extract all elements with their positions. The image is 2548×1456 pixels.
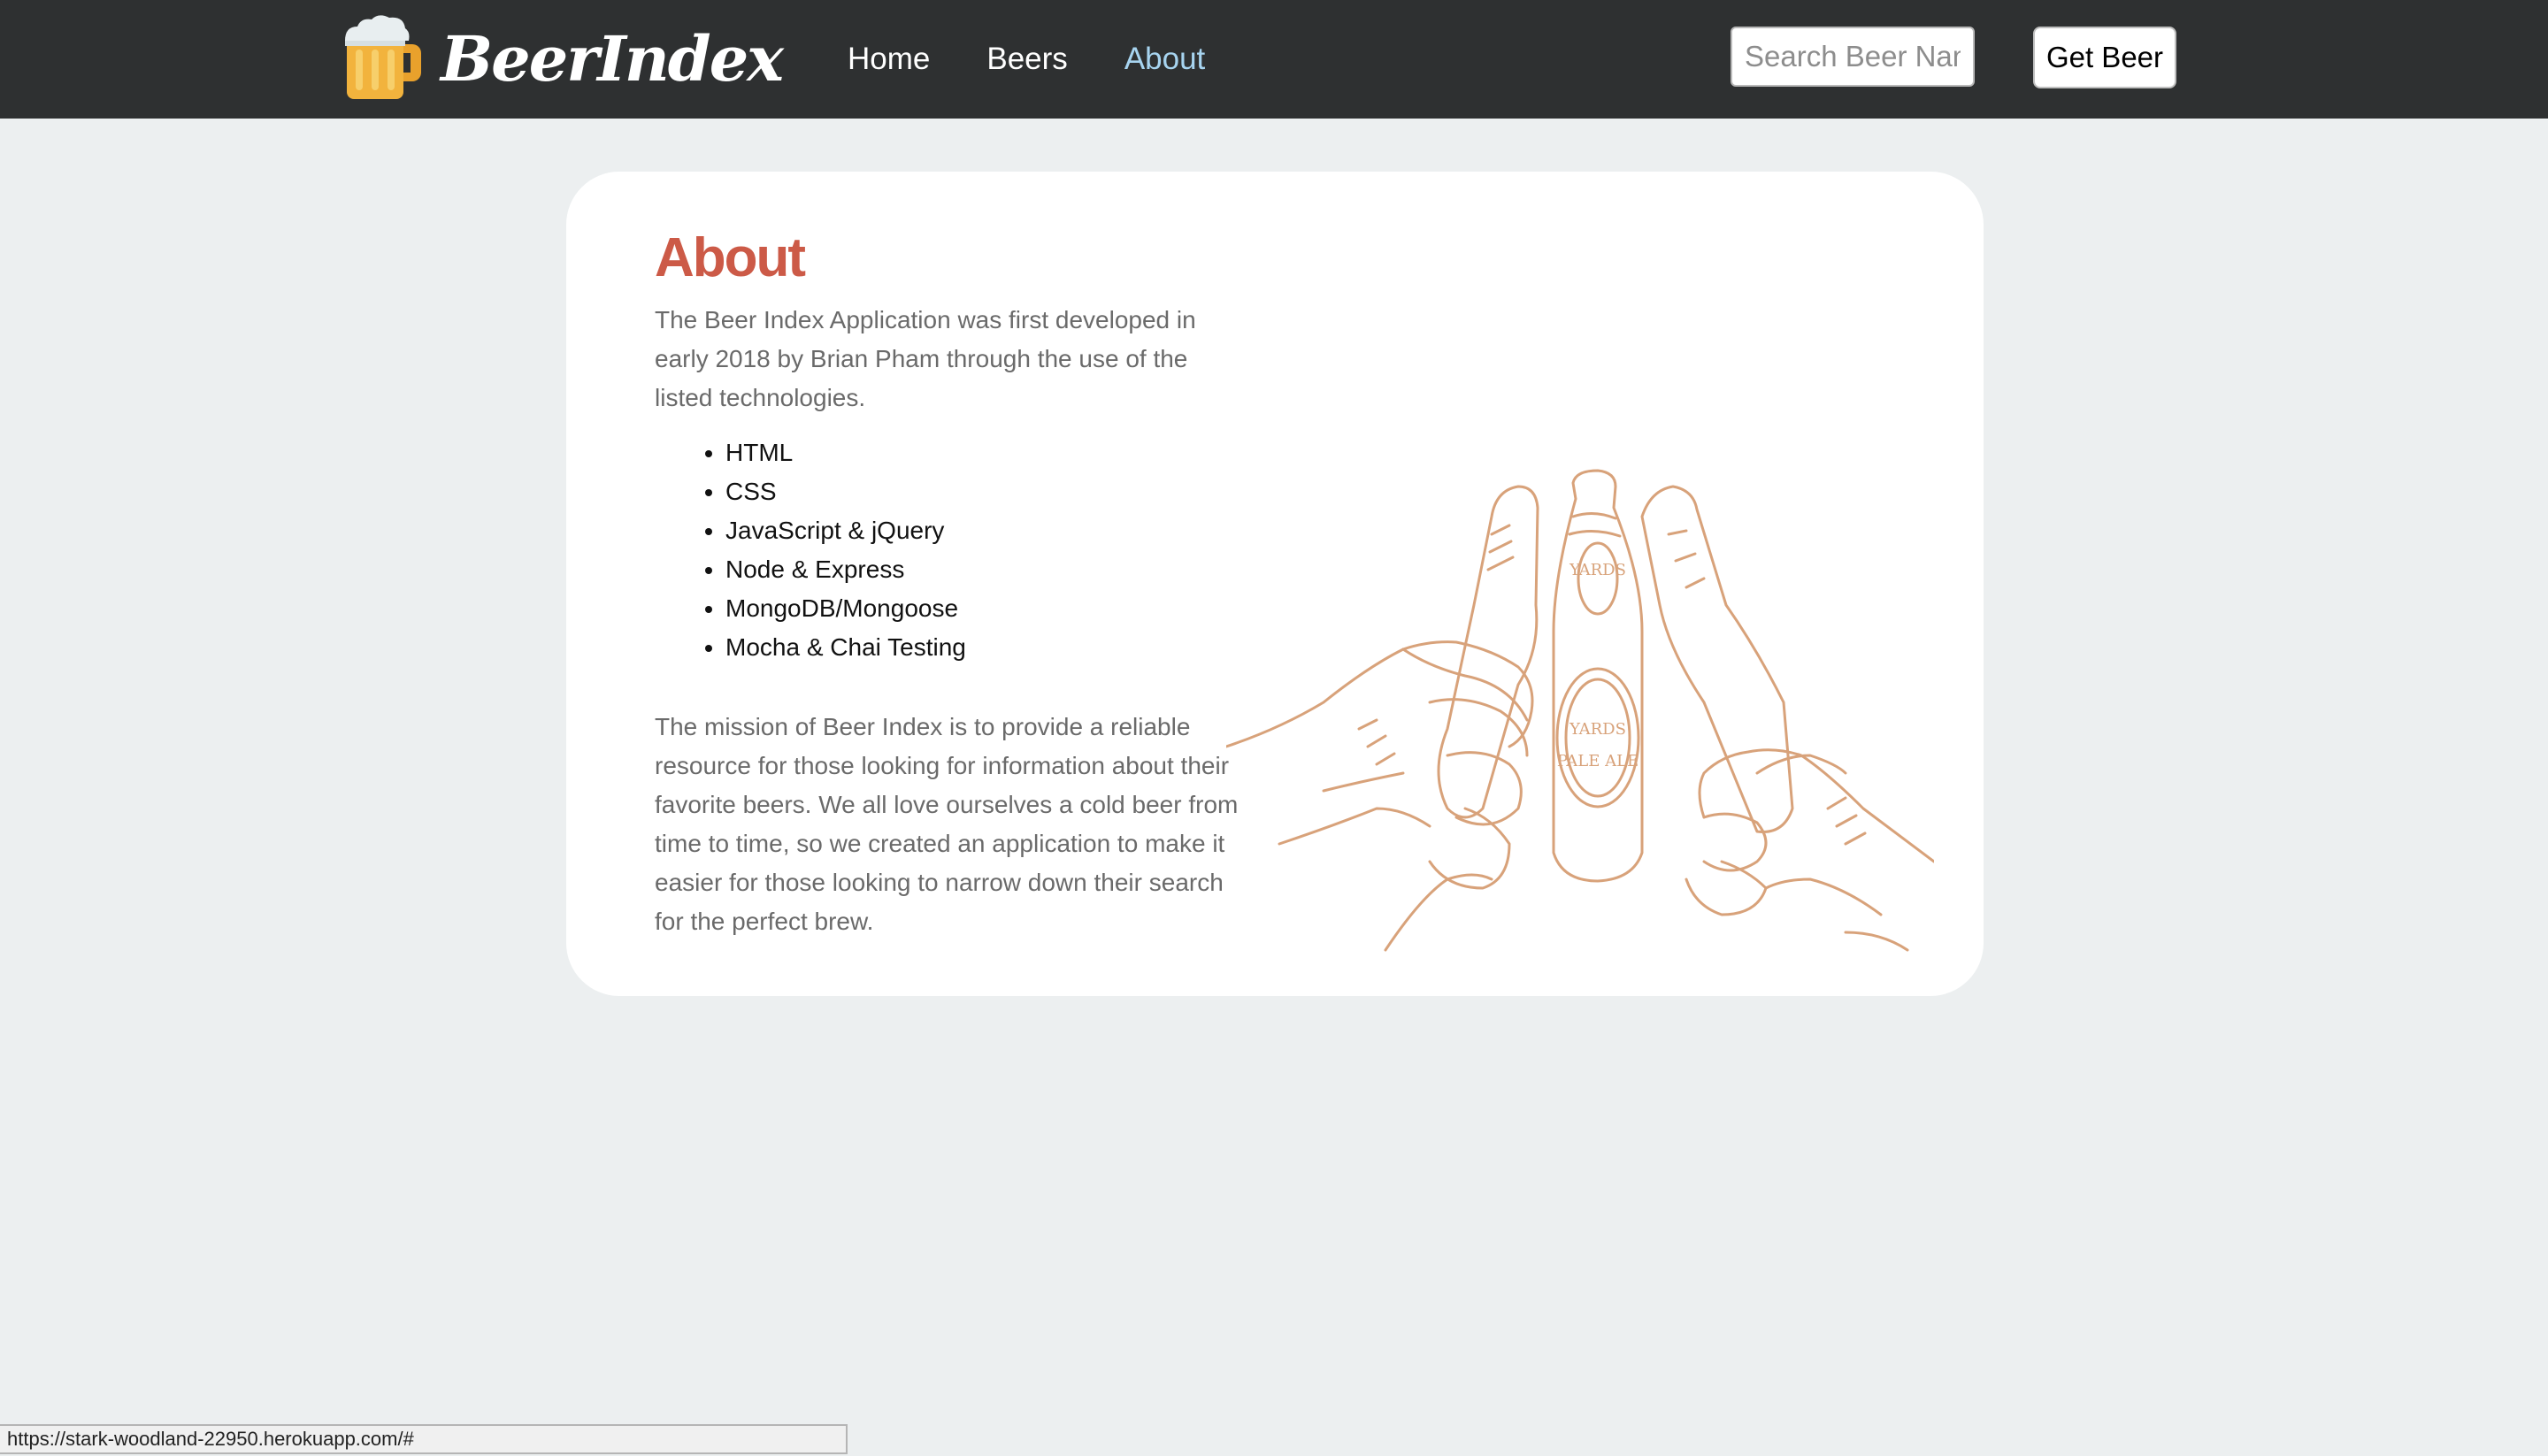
bottle-label-main: PALE ALE [1557,752,1639,770]
about-intro-text: The Beer Index Application was first dev… [655,306,1196,411]
brand-name: BeerIndex [441,21,784,96]
list-item: MongoDB/Mongoose [725,589,966,628]
top-navbar: BeerIndex Home Beers About Get Beer [0,0,2548,119]
beer-search-input[interactable] [1731,27,1975,87]
browser-status-bar: https://stark-woodland-22950.herokuapp.c… [0,1424,848,1454]
get-beer-button[interactable]: Get Beer [2033,27,2176,88]
beer-toast-illustration: YARDS YARDS PALE ALE [1226,469,1934,952]
about-card: About The Beer Index Application was fir… [566,172,1984,996]
page-title: About [655,227,806,288]
nav-link-home[interactable]: Home [848,42,930,77]
nav-link-beers[interactable]: Beers [986,42,1067,77]
beer-mug-icon [345,15,421,99]
list-item: JavaScript & jQuery [725,511,966,550]
technologies-list: HTML CSS JavaScript & jQuery Node & Expr… [655,433,966,667]
list-item: Mocha & Chai Testing [725,628,966,667]
bottle-label-top: YARDS [1569,561,1626,579]
list-item: CSS [725,472,966,511]
list-item: Node & Express [725,550,966,589]
brand-logo-link[interactable]: BeerIndex [340,12,784,104]
svg-text:YARDS: YARDS [1569,720,1626,739]
mission-statement: The mission of Beer Index is to provide … [655,713,1239,935]
main-nav: Home Beers About [848,0,1262,119]
list-item: HTML [725,433,966,472]
nav-link-about[interactable]: About [1124,42,1205,77]
